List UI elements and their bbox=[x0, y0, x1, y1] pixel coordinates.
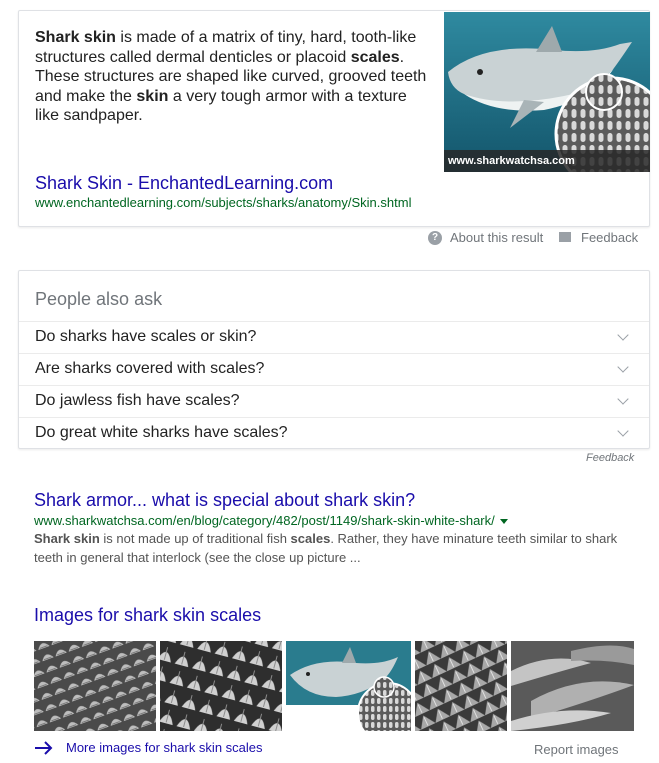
image-thumbnail[interactable] bbox=[160, 641, 282, 731]
about-this-result-button[interactable]: ? About this result bbox=[428, 230, 543, 245]
more-images-link[interactable]: More images for shark skin scales bbox=[34, 740, 263, 755]
paa-question-item[interactable]: Do sharks have scales or skin? bbox=[19, 321, 649, 353]
featured-snippet-text: Shark skin is made of a matrix of tiny, … bbox=[35, 28, 429, 126]
chevron-down-icon bbox=[617, 393, 629, 405]
chevron-down-icon bbox=[617, 329, 629, 341]
shark-illustration bbox=[444, 12, 650, 172]
result-snippet-bold: Shark skin bbox=[34, 531, 100, 546]
people-also-ask-heading: People also ask bbox=[35, 289, 163, 309]
report-images-link[interactable]: Report images bbox=[534, 742, 619, 757]
result-snippet-text: is not made up of traditional fish bbox=[99, 531, 291, 546]
snippet-bold-text: Shark skin bbox=[35, 29, 116, 46]
people-also-ask-card: People also ask Do sharks have scales or… bbox=[18, 270, 650, 449]
image-thumbnail[interactable] bbox=[415, 641, 507, 731]
snippet-bold-text: skin bbox=[136, 87, 169, 105]
people-also-ask-list: Do sharks have scales or skin? Are shark… bbox=[19, 321, 649, 449]
paa-question-item[interactable]: Are sharks covered with scales? bbox=[19, 353, 649, 385]
paa-question-text: Do jawless fish have scales? bbox=[35, 392, 240, 409]
about-this-result-label: About this result bbox=[450, 230, 544, 245]
arrow-right-icon bbox=[35, 740, 53, 755]
image-thumbnail[interactable] bbox=[286, 641, 411, 731]
result-title-link[interactable]: Shark armor... what is special about sha… bbox=[34, 490, 415, 511]
image-caption: www.sharkwatchsa.com bbox=[444, 150, 650, 172]
result-snippet-bold: scales bbox=[290, 531, 331, 546]
result-url-text: www.sharkwatchsa.com/en/blog/category/48… bbox=[34, 513, 495, 528]
snippet-result-link[interactable]: Shark Skin - EnchantedLearning.com bbox=[35, 173, 333, 194]
scales-thumbnail-image bbox=[34, 641, 156, 731]
snippet-bold-text: scales bbox=[350, 48, 400, 66]
paa-question-text: Do sharks have scales or skin? bbox=[35, 328, 257, 345]
paa-question-text: Do great white sharks have scales? bbox=[35, 424, 288, 441]
shark-image[interactable]: www.sharkwatchsa.com bbox=[444, 12, 650, 172]
feedback-flag-icon bbox=[559, 231, 571, 244]
snippet-feedback-button[interactable]: Feedback bbox=[559, 230, 638, 245]
chevron-down-icon bbox=[617, 361, 629, 373]
paa-question-item[interactable]: Do jawless fish have scales? bbox=[19, 385, 649, 417]
sem-thumbnail-image bbox=[511, 641, 634, 731]
url-options-caret-icon[interactable] bbox=[499, 519, 508, 525]
result-url: www.sharkwatchsa.com/en/blog/category/48… bbox=[34, 513, 508, 528]
paa-feedback-link[interactable]: Feedback bbox=[586, 452, 634, 464]
result-snippet: Shark skin is not made up of traditional… bbox=[34, 530, 634, 567]
shark-thumbnail-image bbox=[286, 641, 411, 731]
snippet-feedback-label: Feedback bbox=[581, 230, 639, 245]
image-thumbnail[interactable] bbox=[511, 641, 634, 731]
snippet-result-url: www.enchantedlearning.com/subjects/shark… bbox=[35, 195, 412, 210]
chevron-down-icon bbox=[617, 425, 629, 437]
more-images-label: More images for shark skin scales bbox=[66, 740, 263, 755]
denticles-thumbnail-image bbox=[160, 641, 282, 731]
image-thumbnail[interactable] bbox=[34, 641, 156, 731]
help-icon: ? bbox=[428, 230, 442, 245]
paa-question-item[interactable]: Do great white sharks have scales? bbox=[19, 417, 649, 449]
images-heading-link[interactable]: Images for shark skin scales bbox=[34, 605, 261, 626]
closeup-thumbnail-image bbox=[415, 641, 507, 731]
featured-snippet-card: Shark skin is made of a matrix of tiny, … bbox=[18, 10, 650, 227]
paa-question-text: Are sharks covered with scales? bbox=[35, 360, 265, 377]
